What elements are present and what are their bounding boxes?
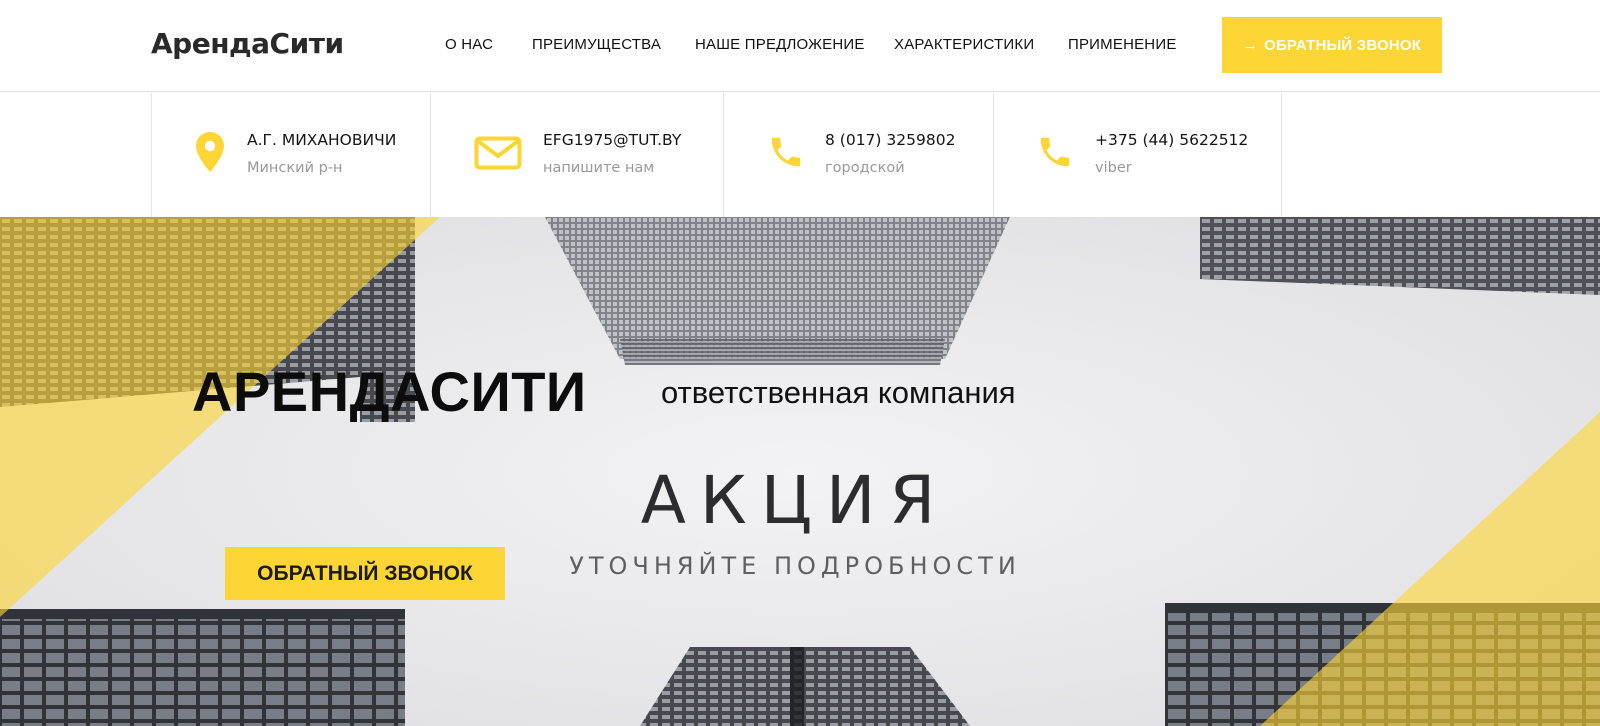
phone-icon xyxy=(767,133,805,176)
phone-icon xyxy=(1036,133,1074,176)
map-pin-icon xyxy=(196,132,224,177)
hero-brand-title: АРЕНДАСИТИ xyxy=(192,360,587,423)
nav-item-characteristics[interactable]: ХАРАКТЕРИСТИКИ xyxy=(894,36,1034,53)
contact-address: А.Г. МИХАНОВИЧИ Минский р-н xyxy=(151,93,430,217)
nav-item-about[interactable]: О НАС xyxy=(445,36,493,53)
contact-title: А.Г. МИХАНОВИЧИ xyxy=(247,131,397,149)
hero-tagline: ответственная компания xyxy=(661,375,1016,410)
site-header: АрендаСити О НАС ПРЕИМУЩЕСТВА НАШЕ ПРЕДЛ… xyxy=(0,0,1600,92)
hero-banner: АРЕНДАСИТИ ответственная компания АКЦИЯ … xyxy=(0,217,1600,726)
callback-button-header[interactable]: → ОБРАТНЫЙ ЗВОНОК xyxy=(1222,17,1442,73)
contact-email[interactable]: EFG1975@TUT.BY напишите нам xyxy=(430,93,723,217)
contact-title[interactable]: +375 (44) 5622512 xyxy=(1095,131,1248,149)
contact-subtitle: городской xyxy=(825,160,905,176)
mail-icon xyxy=(474,136,522,175)
contact-subtitle: Минский р-н xyxy=(247,160,343,176)
site-logo[interactable]: АрендаСити xyxy=(151,27,344,60)
contact-phone-viber[interactable]: +375 (44) 5622512 viber xyxy=(993,93,1282,217)
promo-title-text: АКЦИЯ xyxy=(640,462,950,539)
callback-button-label: ОБРАТНЫЙ ЗВОНОК xyxy=(1264,36,1422,54)
contact-subtitle: viber xyxy=(1095,160,1132,176)
contact-title[interactable]: EFG1975@TUT.BY xyxy=(543,131,681,149)
promo-title: АКЦИЯ xyxy=(0,462,1600,539)
nav-item-advantages[interactable]: ПРЕИМУЩЕСТВА xyxy=(532,36,661,53)
contact-title[interactable]: 8 (017) 3259802 xyxy=(825,131,955,149)
nav-item-application[interactable]: ПРИМЕНЕНИЕ xyxy=(1068,36,1177,53)
promo-subtitle-text: УТОЧНЯЙТЕ ПОДРОБНОСТИ xyxy=(569,552,1021,580)
callback-button-hero[interactable]: ОБРАТНЫЙ ЗВОНОК xyxy=(225,547,505,600)
contact-subtitle: напишите нам xyxy=(543,160,655,176)
contact-bar: А.Г. МИХАНОВИЧИ Минский р-н EFG1975@TUT.… xyxy=(0,93,1600,217)
contact-phone-city[interactable]: 8 (017) 3259802 городской xyxy=(723,93,993,217)
arrow-right-icon: → xyxy=(1242,36,1259,54)
nav-item-offer[interactable]: НАШЕ ПРЕДЛОЖЕНИЕ xyxy=(695,36,865,53)
